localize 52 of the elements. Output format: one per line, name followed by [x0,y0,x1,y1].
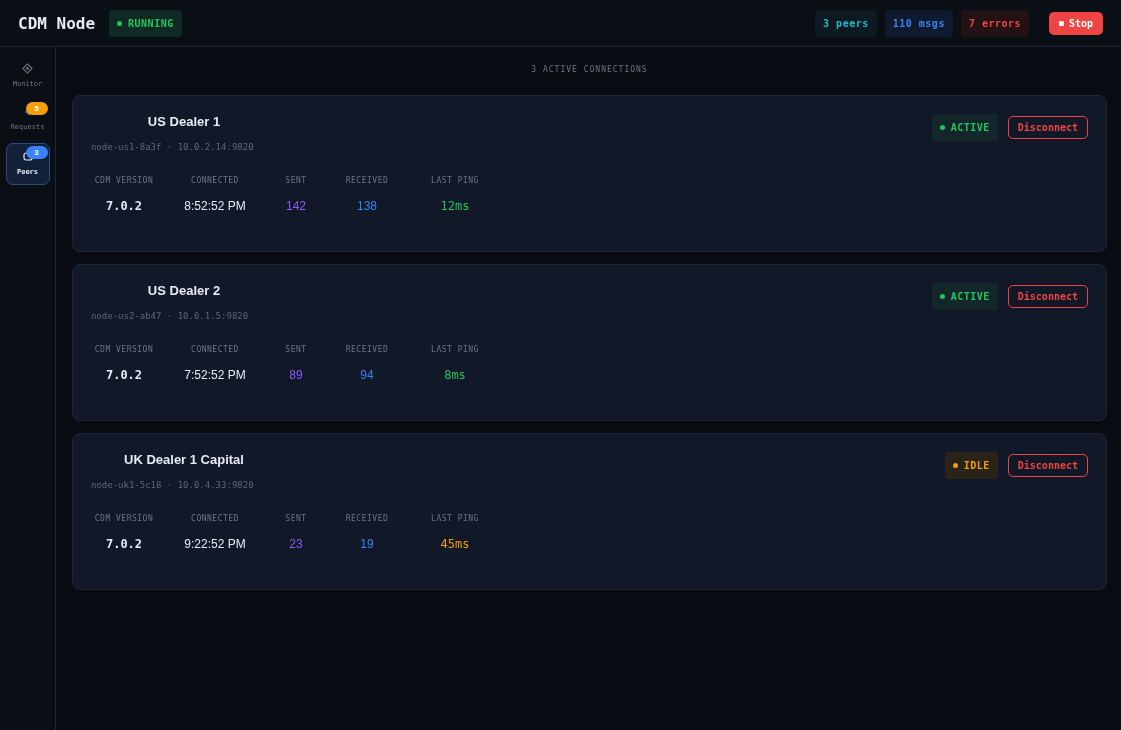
stop-button[interactable]: ■ Stop [1049,11,1103,35]
disconnect-button[interactable]: Disconnect [1007,454,1088,477]
count-badge: 3 [25,146,48,159]
version-value: 7.0.2 [105,368,143,382]
ping-value: 8ms [444,368,466,382]
status-badge: RUNNING [109,9,182,37]
column-label: SENT [285,514,307,523]
connected-time: 9:22:52 PM [184,537,246,551]
peer-name: US Dealer 2 [146,283,222,298]
column-label: LAST PING [431,176,479,185]
version-value: 7.0.2 [105,199,143,213]
disconnect-button[interactable]: Disconnect [1007,285,1088,308]
stat-badge: 110 msgs [884,9,953,37]
column-label: CONNECTED [191,176,239,185]
diamond-icon [22,62,33,74]
status-badge: IDLE [944,452,998,479]
stat-badge: 3 peers [815,9,877,37]
ping-value: 45ms [440,537,470,551]
column-label: RECEIVED [345,345,389,354]
disconnect-button[interactable]: Disconnect [1007,116,1088,139]
status-badge: ACTIVE [931,283,998,310]
ping-value: 12ms [440,199,470,213]
column-label: SENT [285,176,307,185]
column-label: LAST PING [431,345,479,354]
column-label: CONNECTED [191,345,239,354]
column-label: LAST PING [431,514,479,523]
sent-count: 89 [289,368,303,382]
peer-name: US Dealer 1 [146,114,222,129]
column-label: CDM VERSION [94,345,154,354]
app-title: CDM Node [18,13,96,33]
column-label: RECEIVED [345,176,389,185]
sent-count: 23 [289,537,303,551]
received-count: 19 [360,537,374,551]
connected-time: 8:52:52 PM [184,199,246,213]
peer-address: node-us2-ab47 · 10.0.1.5:9820 [91,311,250,321]
count-badge: 5 [25,102,48,115]
column-label: SENT [285,345,307,354]
column-label: RECEIVED [345,514,389,523]
column-label: CDM VERSION [94,514,154,523]
received-count: 94 [360,368,374,382]
version-value: 7.0.2 [105,537,143,551]
peer-address: node-uk1-5c18 · 10.0.4.33:9820 [91,480,255,490]
column-label: CDM VERSION [94,176,154,185]
peer-address: node-us1-8a3f · 10.0.2.14:9820 [91,142,255,152]
status-badge: ACTIVE [931,114,998,141]
column-label: CONNECTED [191,514,239,523]
received-count: 138 [357,199,377,213]
connected-time: 7:52:52 PM [184,368,246,382]
sent-count: 142 [286,199,306,213]
stat-badge: 7 errors [960,9,1030,37]
section-heading: 3 ACTIVE CONNECTIONS [530,65,649,74]
peer-name: UK Dealer 1 Capital [123,452,245,467]
